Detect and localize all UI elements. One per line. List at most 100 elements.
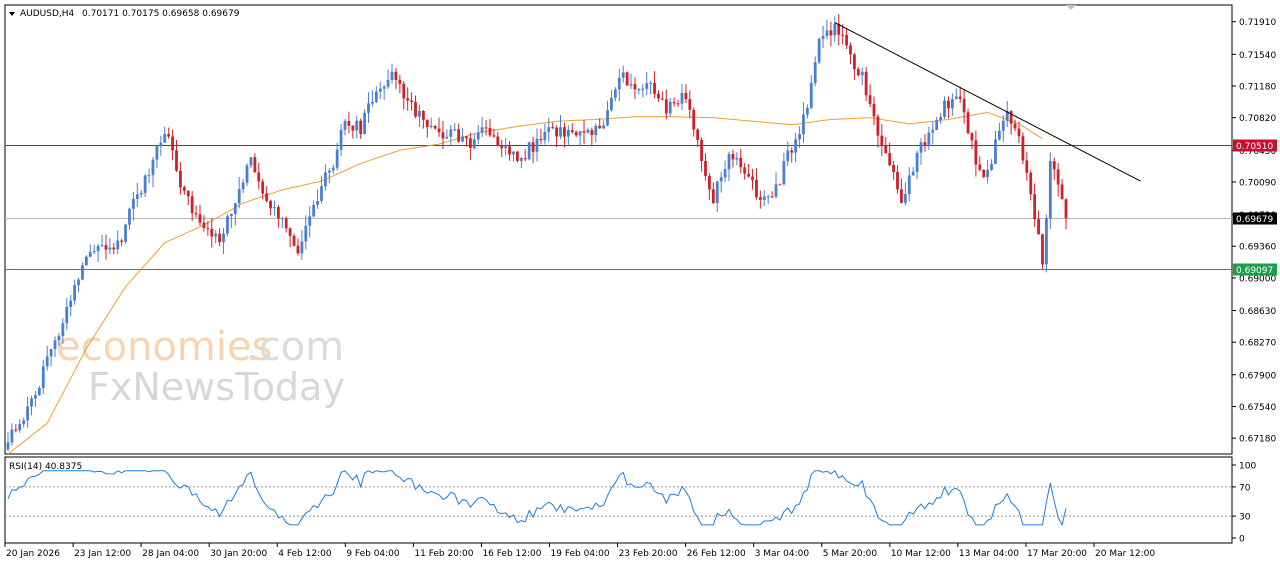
candle-body: [1045, 218, 1048, 265]
chart-canvas[interactable]: economies .com FxNewsToday AUDUSD,H4 0.7…: [0, 0, 1280, 567]
candle-body: [73, 285, 77, 301]
candle-body: [6, 442, 10, 450]
candle-body: [425, 119, 429, 127]
candle-body: [774, 184, 778, 197]
candle-body: [151, 159, 155, 176]
candle-body: [892, 165, 895, 173]
candle-body: [1021, 136, 1025, 161]
candle-body: [676, 103, 680, 105]
candle-body: [613, 89, 617, 98]
candle-body: [233, 203, 237, 214]
time-tick-label: 23 Feb 20:00: [619, 549, 678, 559]
candle-body: [476, 132, 480, 140]
candle-body: [269, 200, 272, 209]
candle-body: [468, 138, 472, 149]
candle-body: [57, 335, 61, 341]
candle-body: [22, 420, 26, 425]
candle-body: [331, 167, 335, 171]
candle-body: [182, 187, 186, 191]
candle: [1048, 152, 1052, 229]
level-tag-text-1: 0.69679: [1236, 215, 1273, 225]
candle-body: [433, 125, 437, 129]
candle-body: [911, 171, 915, 176]
candle-body: [688, 99, 692, 110]
candle-body: [739, 157, 743, 168]
candle-body: [555, 127, 558, 137]
candle-body: [523, 158, 527, 160]
candle-body: [512, 151, 515, 155]
candle-body: [359, 120, 363, 134]
candle-body: [131, 198, 135, 209]
candle-body: [903, 194, 907, 203]
candle-body: [923, 142, 927, 146]
candle-body: [108, 247, 112, 250]
candle-body: [860, 71, 864, 76]
candle-body: [335, 149, 339, 168]
candle-body: [668, 101, 672, 114]
candle-body: [582, 131, 586, 133]
candle-body: [880, 135, 884, 146]
time-tick-label: 23 Jan 12:00: [74, 549, 131, 559]
candle-body: [660, 98, 664, 100]
time-tick-label: 11 Feb 20:00: [414, 549, 473, 559]
candle-body: [649, 82, 653, 84]
candle-body: [363, 112, 366, 134]
candle-body: [719, 177, 723, 182]
rsi-tick-label: 100: [1239, 462, 1256, 472]
candle-body: [449, 129, 453, 137]
candle-body: [907, 175, 911, 195]
rsi-axis: 100 70 30 0: [1232, 462, 1256, 545]
candle-body: [457, 129, 461, 142]
candle-body: [386, 79, 390, 87]
candle-body: [300, 241, 304, 254]
candle-body: [237, 189, 241, 204]
candle-body: [547, 127, 551, 132]
price-tick-label: 0.70820: [1239, 114, 1276, 124]
candle-body: [727, 153, 731, 170]
candle-body: [292, 235, 296, 246]
level-tags: 0.70510 0.69679 0.69097: [1233, 139, 1277, 276]
candle-body: [602, 125, 606, 129]
candle-body: [637, 89, 641, 91]
time-tick-label: 4 Feb 12:00: [278, 549, 332, 559]
candle-body: [641, 88, 645, 90]
candle-body: [821, 35, 825, 39]
price-tick-label: 0.68630: [1239, 307, 1276, 317]
candle-body: [445, 136, 449, 139]
candle-body: [241, 182, 245, 190]
time-tick-label: 5 Mar 20:00: [823, 549, 878, 559]
candle-body: [684, 92, 688, 100]
candle-body: [480, 127, 484, 133]
candle-body: [210, 228, 214, 237]
candle-body: [527, 142, 531, 160]
candle-body: [798, 134, 801, 140]
candle-body: [794, 139, 798, 153]
candle-body: [324, 172, 327, 187]
candle-body: [927, 132, 931, 146]
candle-body: [288, 228, 292, 236]
candle-body: [453, 129, 457, 131]
time-tick-label: 19 Feb 04:00: [551, 549, 610, 559]
candle: [527, 141, 531, 161]
candle-body: [465, 136, 468, 139]
candle-body: [496, 136, 500, 147]
candle-body: [226, 216, 229, 234]
candle-body: [1013, 123, 1017, 129]
candle-body: [786, 150, 790, 162]
candle-body: [570, 130, 574, 133]
candle: [1045, 214, 1048, 273]
candle-body: [594, 125, 598, 136]
candle-body: [900, 189, 903, 203]
candle-body: [171, 136, 174, 151]
candle-body: [664, 99, 668, 114]
candle-body: [26, 406, 29, 421]
candle-body: [696, 129, 700, 140]
candle-body: [441, 132, 445, 139]
candle-body: [1060, 184, 1064, 200]
candle-body: [222, 233, 225, 243]
candle-body: [711, 189, 715, 204]
price-tick-label: 0.67900: [1239, 371, 1276, 381]
candle-body: [61, 323, 65, 336]
time-tick-label: 20 Mar 12:00: [1095, 549, 1155, 559]
rsi-tick-label: 70: [1239, 483, 1251, 493]
